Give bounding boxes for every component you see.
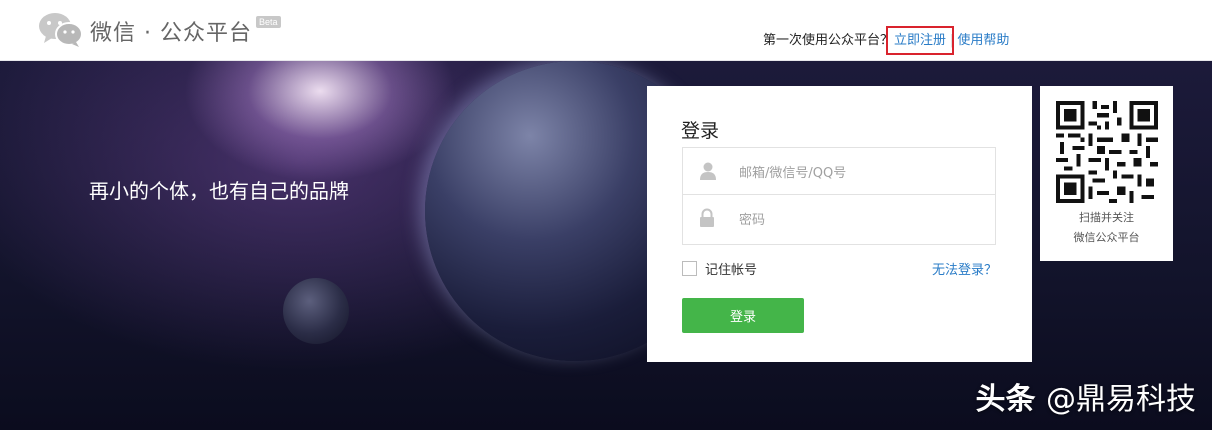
top-links: 第一次使用公众平台？立即注册 | 使用帮助 xyxy=(763,26,1009,55)
first-time-text: 第一次使用公众平台？ xyxy=(763,33,894,48)
login-title: 登录 xyxy=(681,120,720,142)
lock-icon xyxy=(700,208,714,227)
login-panel: 登录 记住帐号 无法登录？ 登录 xyxy=(647,86,1032,362)
watermark-prefix: 头条 xyxy=(975,382,1036,417)
help-link[interactable]: 使用帮助 xyxy=(957,33,1009,48)
link-separator: | xyxy=(950,33,955,48)
wechat-logo[interactable]: 微信 · 公众平台 Beta xyxy=(38,12,281,48)
login-button[interactable]: 登录 xyxy=(682,298,804,333)
wechat-icon xyxy=(38,12,84,48)
qr-caption-line1: 扫描并关注 xyxy=(1079,211,1134,224)
user-icon xyxy=(700,162,716,180)
remember-checkbox[interactable] xyxy=(682,261,697,276)
qr-card: 扫描并关注 微信公众平台 xyxy=(1040,86,1173,261)
account-field[interactable] xyxy=(682,147,996,195)
top-header: 微信 · 公众平台 Beta 第一次使用公众平台？立即注册 | 使用帮助 xyxy=(0,0,1212,61)
password-input[interactable] xyxy=(737,207,981,233)
brand-name: 微信 · 公众平台 xyxy=(90,21,252,46)
qr-caption: 扫描并关注 微信公众平台 xyxy=(1040,208,1173,248)
qr-caption-line2: 微信公众平台 xyxy=(1073,231,1140,244)
watermark: 头条 @鼎易科技 xyxy=(976,374,1196,418)
hero-banner: 再小的个体，也有自己的品牌 登录 记住帐号 无法登录？ 登录 xyxy=(0,61,1212,430)
password-field[interactable] xyxy=(682,195,996,245)
moon-image xyxy=(283,278,349,344)
watermark-handle: @鼎易科技 xyxy=(1046,382,1196,417)
qr-code-image xyxy=(1056,101,1158,203)
cannot-login-link[interactable]: 无法登录？ xyxy=(932,259,997,278)
remember-label: 记住帐号 xyxy=(705,263,758,278)
register-link[interactable]: 立即注册 xyxy=(886,26,955,55)
account-input[interactable] xyxy=(737,160,981,186)
remember-account[interactable]: 记住帐号 xyxy=(682,259,757,278)
hero-slogan: 再小的个体，也有自己的品牌 xyxy=(89,179,349,203)
beta-badge: Beta xyxy=(255,16,281,28)
